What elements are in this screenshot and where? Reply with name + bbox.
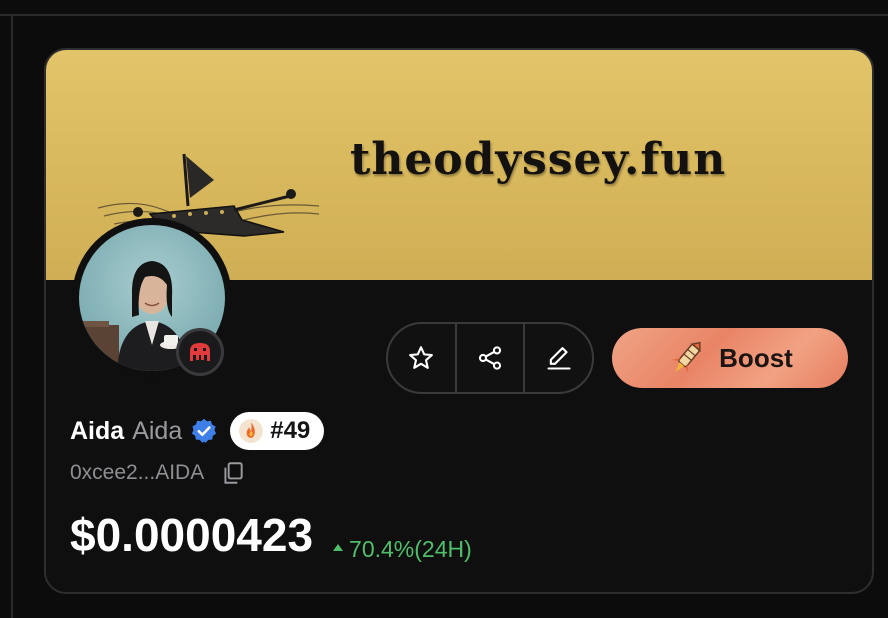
top-divider [0,14,888,16]
action-button-group [386,322,594,394]
price-change: 70.4%(24H) [333,536,472,563]
favorite-button[interactable] [388,324,455,392]
up-arrow-icon [333,544,344,551]
rocket-icon [672,341,701,373]
alien-icon [176,328,224,376]
fire-icon [239,419,264,443]
share-button[interactable] [454,324,524,392]
token-price: $0.0000423 [70,509,314,561]
left-divider [11,14,13,618]
edit-icon [547,347,571,370]
star-icon [409,346,434,369]
price-row: $0.0000423 70.4%(24H) [70,508,472,563]
rank-text: #49 [270,417,311,444]
token-profile-card: theodyssey.fun Boost Aida Aida #49 0xcee… [44,48,874,594]
share-icon [478,346,502,370]
boost-button[interactable]: Boost [612,328,848,388]
verified-icon [192,418,217,443]
name-row: Aida Aida #49 [70,412,325,450]
address-row: 0xcee2...AIDA [70,460,246,486]
rank-badge: #49 [230,412,325,450]
copy-icon[interactable] [220,460,246,486]
contract-address: 0xcee2...AIDA [70,461,205,484]
display-name: Aida [70,416,125,445]
edit-button[interactable] [523,324,592,392]
boost-label: Boost [719,342,793,373]
banner-title: theodyssey.fun [350,134,727,185]
handle: Aida [132,416,183,445]
price-change-value: 70.4%(24H) [349,535,472,562]
